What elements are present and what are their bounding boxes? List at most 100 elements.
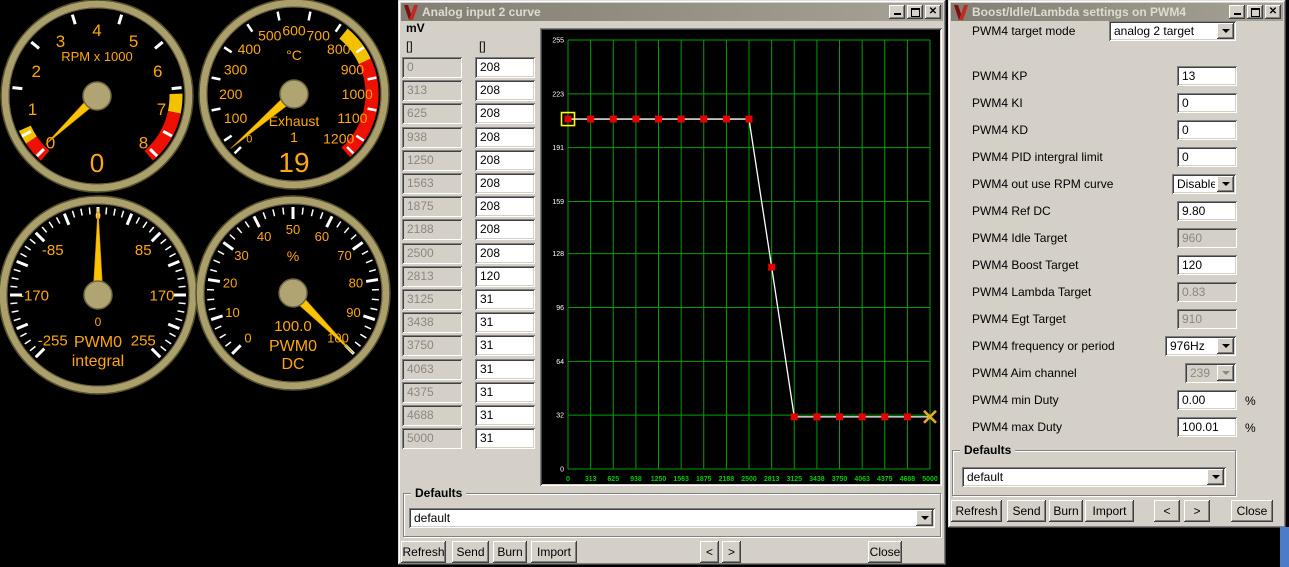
- curve-point[interactable]: [768, 264, 775, 271]
- curve-point[interactable]: [678, 116, 685, 123]
- curve-point[interactable]: [813, 413, 820, 420]
- curve-value-input[interactable]: 208: [475, 196, 535, 217]
- field-input[interactable]: 9.80: [1177, 201, 1237, 221]
- curve-point[interactable]: [881, 413, 888, 420]
- svg-text:Exhaust: Exhaust: [269, 113, 320, 129]
- refresh-button[interactable]: Refresh: [401, 541, 446, 563]
- svg-text:300: 300: [224, 62, 248, 78]
- svg-text:96: 96: [556, 305, 564, 312]
- select-arrow-button[interactable]: [1217, 338, 1234, 354]
- burn-button[interactable]: Burn: [493, 541, 527, 563]
- field-input[interactable]: 0: [1177, 93, 1237, 113]
- curve-point[interactable]: [836, 413, 843, 420]
- defaults-group-label: Defaults: [960, 443, 1015, 457]
- curve-value-input[interactable]: 208: [475, 173, 535, 194]
- svg-text:625: 625: [607, 476, 619, 483]
- curve-value-input[interactable]: 31: [475, 405, 535, 426]
- select-arrow-button[interactable]: [1217, 176, 1234, 192]
- field-select[interactable]: Disable: [1172, 174, 1236, 194]
- defaults-select-arrow-button[interactable]: [1207, 469, 1224, 485]
- mv-cell: 1563: [402, 173, 462, 194]
- import-button[interactable]: Import: [531, 541, 577, 563]
- field-select[interactable]: analog 2 target: [1109, 21, 1236, 41]
- curve-value-input[interactable]: 208: [475, 127, 535, 148]
- curve-value-input[interactable]: 31: [475, 428, 535, 449]
- gauge-pwm0-dc: 0102030405060708090100%100.0PWM0DC: [196, 196, 390, 390]
- curve-chart[interactable]: 0326496128159191223255031362593812501563…: [540, 28, 942, 486]
- svg-text:1100: 1100: [337, 110, 367, 126]
- field-input[interactable]: 13: [1177, 66, 1237, 86]
- field-input[interactable]: 100.01: [1177, 417, 1237, 437]
- curve-point[interactable]: [610, 116, 617, 123]
- curve-value-input[interactable]: 31: [475, 335, 535, 356]
- curve-value-input[interactable]: 31: [475, 359, 535, 380]
- field-input[interactable]: 0.00: [1177, 390, 1237, 410]
- curve-point[interactable]: [700, 116, 707, 123]
- pwm4-settings-window: Boost/Idle/Lambda settings on PWM4 ✕ PWM…: [948, 0, 1286, 528]
- curve-point[interactable]: [746, 116, 753, 123]
- curve-point[interactable]: [791, 413, 798, 420]
- curve-value-input[interactable]: 31: [475, 312, 535, 333]
- curve-point[interactable]: [904, 413, 911, 420]
- refresh-button[interactable]: Refresh: [951, 500, 1002, 522]
- close-button[interactable]: Close: [868, 541, 902, 563]
- mv-cell: 938: [402, 127, 462, 148]
- field-select[interactable]: 976Hz: [1165, 336, 1236, 356]
- curve-window-titlebar[interactable]: Analog input 2 curve ✕: [401, 3, 943, 21]
- svg-text:1: 1: [28, 100, 37, 119]
- minimize-icon: [894, 7, 901, 15]
- maximize-button[interactable]: [1247, 5, 1263, 19]
- mv-cell: 5000: [402, 428, 462, 449]
- svg-text:10: 10: [225, 305, 239, 320]
- curve-value-input[interactable]: 208: [475, 150, 535, 171]
- send-button[interactable]: Send: [1007, 500, 1046, 522]
- curve-point[interactable]: [587, 116, 594, 123]
- mv-column-unit: mV: [406, 21, 425, 35]
- curve-point[interactable]: [565, 116, 572, 123]
- defaults-select[interactable]: default: [409, 508, 935, 528]
- svg-text:70: 70: [337, 248, 351, 263]
- gauge-hub: [279, 279, 307, 307]
- select-arrow-button[interactable]: [1217, 23, 1234, 39]
- background-window-edge: [1280, 527, 1289, 567]
- import-button[interactable]: Import: [1085, 500, 1134, 522]
- next-button[interactable]: >: [1184, 500, 1210, 522]
- curve-value-input[interactable]: 31: [475, 289, 535, 310]
- curve-point[interactable]: [655, 116, 662, 123]
- prev-button[interactable]: <: [1154, 500, 1180, 522]
- maximize-button[interactable]: [907, 5, 923, 19]
- curve-plot[interactable]: 0326496128159191223255031362593812501563…: [540, 28, 942, 486]
- pwm-window-titlebar[interactable]: Boost/Idle/Lambda settings on PWM4 ✕: [951, 3, 1283, 21]
- curve-point[interactable]: [632, 116, 639, 123]
- field-input[interactable]: 0: [1177, 120, 1237, 140]
- defaults-select-arrow-button[interactable]: [916, 510, 933, 526]
- prev-button[interactable]: <: [700, 541, 719, 563]
- curve-value-input[interactable]: 31: [475, 382, 535, 403]
- chevron-down-icon: [1222, 344, 1230, 352]
- svg-text:100.0: 100.0: [274, 318, 312, 335]
- curve-value-input[interactable]: 208: [475, 243, 535, 264]
- curve-point[interactable]: [723, 116, 730, 123]
- svg-text:2: 2: [31, 62, 40, 81]
- curve-value-input[interactable]: 208: [475, 57, 535, 78]
- minimize-button[interactable]: [889, 5, 905, 19]
- close-window-button[interactable]: ✕: [1265, 5, 1281, 19]
- mv-cell: 2500: [402, 243, 462, 264]
- curve-value-input[interactable]: 120: [475, 266, 535, 287]
- curve-value-input[interactable]: 208: [475, 219, 535, 240]
- close-window-button[interactable]: ✕: [925, 5, 941, 19]
- burn-button[interactable]: Burn: [1049, 500, 1083, 522]
- window-title: Analog input 2 curve: [422, 5, 889, 19]
- close-button[interactable]: Close: [1231, 500, 1273, 522]
- curve-value-input[interactable]: 208: [475, 80, 535, 101]
- defaults-groupbox: Defaults default: [403, 493, 941, 537]
- minimize-button[interactable]: [1229, 5, 1245, 19]
- field-input[interactable]: 0: [1177, 147, 1237, 167]
- next-button[interactable]: >: [722, 541, 741, 563]
- defaults-select[interactable]: default: [962, 467, 1226, 487]
- curve-point[interactable]: [859, 413, 866, 420]
- curve-value-input[interactable]: 208: [475, 103, 535, 124]
- field-input[interactable]: 120: [1177, 255, 1237, 275]
- send-button[interactable]: Send: [452, 541, 489, 563]
- svg-text:40: 40: [257, 229, 271, 244]
